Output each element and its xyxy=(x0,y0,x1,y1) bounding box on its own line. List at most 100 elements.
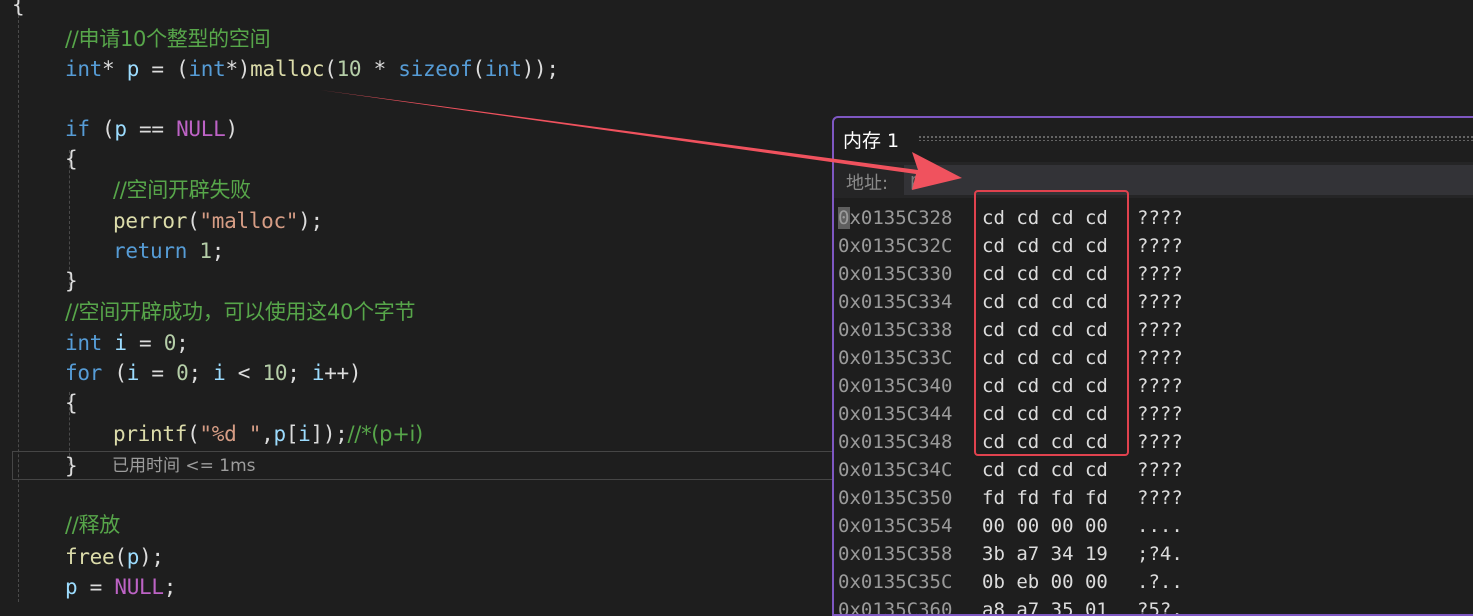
memory-chars: ???? xyxy=(1137,487,1183,509)
code-line-comment-free[interactable]: //释放 xyxy=(65,510,120,540)
code-line-null-line[interactable]: p = NULL; xyxy=(65,572,176,602)
token: NULL xyxy=(114,575,164,599)
code-line-for-brace-close[interactable]: } xyxy=(65,451,78,481)
token: *) xyxy=(225,57,251,81)
token: //*(p+i) xyxy=(347,422,424,446)
token: ( xyxy=(324,57,337,81)
memory-chars: .... xyxy=(1137,515,1183,537)
token: ; xyxy=(163,575,177,599)
token: ; xyxy=(287,361,312,385)
token: p xyxy=(273,422,286,446)
memory-chars: ???? xyxy=(1137,319,1183,341)
code-line-comment-alloc[interactable]: //申请10个整型的空间 xyxy=(65,24,271,54)
code-line-malloc-line[interactable]: int* p = (int*)malloc(10 * sizeof(int)); xyxy=(65,54,559,84)
token: = ( xyxy=(139,57,189,81)
memory-address: 0x0135C33C xyxy=(838,347,953,369)
token: p xyxy=(114,117,127,141)
token: int xyxy=(188,57,226,81)
token: { xyxy=(65,391,78,415)
token: * xyxy=(102,57,127,81)
token: sizeof xyxy=(398,57,473,81)
token: ( xyxy=(114,545,127,569)
memory-chars: ???? xyxy=(1137,431,1183,453)
memory-address: 0x0135C344 xyxy=(838,403,953,425)
token: ]); xyxy=(310,422,348,446)
token: 0 xyxy=(176,361,189,385)
code-line-for-brace-open[interactable]: { xyxy=(65,388,78,418)
memory-address: 0x0135C340 xyxy=(838,375,953,397)
token: perror xyxy=(113,209,188,233)
token: int xyxy=(65,57,103,81)
token: [ xyxy=(285,422,299,446)
code-line-perror-line[interactable]: perror("malloc"); xyxy=(113,206,323,236)
memory-bytes: cd cd cd cd xyxy=(982,459,1108,481)
token: ; xyxy=(176,331,189,355)
code-line-brace-open[interactable]: { xyxy=(12,0,25,20)
code-line-printf-line[interactable]: printf("%d ",p[i]);//*(p+i) xyxy=(113,419,423,449)
token: ++) xyxy=(324,361,362,385)
token: i xyxy=(114,331,127,355)
token: == xyxy=(126,117,177,141)
memory-address: 0x0135C360 xyxy=(838,599,953,616)
token: * xyxy=(361,57,399,81)
token: ; xyxy=(211,239,225,263)
memory-chars: .?.. xyxy=(1137,571,1183,593)
memory-row[interactable]: 0x0135C34C cd cd cd cd???? xyxy=(838,456,1183,484)
code-line-comment-success[interactable]: //空间开辟成功，可以使用这40个字节 xyxy=(65,297,415,327)
memory-chars: ???? xyxy=(1137,375,1183,397)
token: } xyxy=(65,269,78,293)
token: } xyxy=(65,454,78,478)
token: ) xyxy=(225,117,238,141)
token: for xyxy=(65,361,103,385)
code-line-if-brace-open[interactable]: { xyxy=(65,144,78,174)
memory-row[interactable]: 0x0135C35C 0b eb 00 00.?.. xyxy=(838,568,1183,596)
memory-bytes: 3b a7 34 19 xyxy=(982,543,1108,565)
token: ( xyxy=(472,57,485,81)
token: int xyxy=(484,57,522,81)
memory-chars: ???? xyxy=(1137,347,1183,369)
drag-grip[interactable] xyxy=(918,135,1473,141)
memory-chars: ?5?. xyxy=(1137,599,1183,616)
memory-address: 0x0135C32C xyxy=(838,235,953,257)
memory-title-bar[interactable]: 内存 1 xyxy=(834,118,1473,158)
token: i xyxy=(126,361,140,385)
token: i xyxy=(298,422,311,446)
code-line-int-i-line[interactable]: int i = 0; xyxy=(65,328,189,358)
memory-chars: ;?4. xyxy=(1137,543,1183,565)
memory-row[interactable]: 0x0135C350 fd fd fd fd???? xyxy=(838,484,1183,512)
memory-address: 0x0135C34C xyxy=(838,459,953,481)
code-line-comment-fail[interactable]: //空间开辟失败 xyxy=(113,175,251,205)
memory-address: 0x0135C338 xyxy=(838,319,953,341)
memory-chars: ???? xyxy=(1137,235,1183,257)
memory-row[interactable]: 0x0135C360 a8 a7 35 01 ?5?. xyxy=(838,596,1183,616)
token: )); xyxy=(521,57,559,81)
perf-tip[interactable]: 已用时间 <= 1ms xyxy=(112,455,256,477)
code-line-for-line[interactable]: for (i = 0; i < 10; i++) xyxy=(65,358,362,388)
token: NULL xyxy=(176,117,226,141)
indent-guide xyxy=(18,0,19,602)
code-line-if-brace-close[interactable]: } xyxy=(65,266,78,296)
memory-address: 0x0135C330 xyxy=(838,263,953,285)
memory-address: 0x0135C348 xyxy=(838,431,953,453)
token: ( xyxy=(187,209,200,233)
token: { xyxy=(12,0,25,17)
token: ); xyxy=(139,545,164,569)
code-line-return-line[interactable]: return 1; xyxy=(113,236,224,266)
memory-row[interactable]: 0x0135C358 3b a7 34 19 ;?4. xyxy=(838,540,1183,568)
memory-row[interactable]: 0x0135C354 00 00 00 00.... xyxy=(838,512,1183,540)
code-line-if-line[interactable]: if (p == NULL) xyxy=(65,114,238,144)
token: //释放 xyxy=(65,513,120,537)
token: 1 xyxy=(199,239,212,263)
memory-window[interactable]: 内存 1 地址: 0x0135C328cd cd cd cd????0x0135… xyxy=(832,116,1473,616)
token: 10 xyxy=(336,57,362,81)
token: = xyxy=(77,575,115,599)
memory-address: 0x0135C354 xyxy=(838,515,953,537)
token: 10 xyxy=(262,361,288,385)
code-line-free-line[interactable]: free(p); xyxy=(65,542,164,572)
memory-bytes: fd fd fd fd xyxy=(982,487,1108,509)
memory-bytes: 00 00 00 00 xyxy=(982,515,1108,537)
address-bar: 地址: xyxy=(834,162,1473,198)
memory-chars: ???? xyxy=(1137,291,1183,313)
